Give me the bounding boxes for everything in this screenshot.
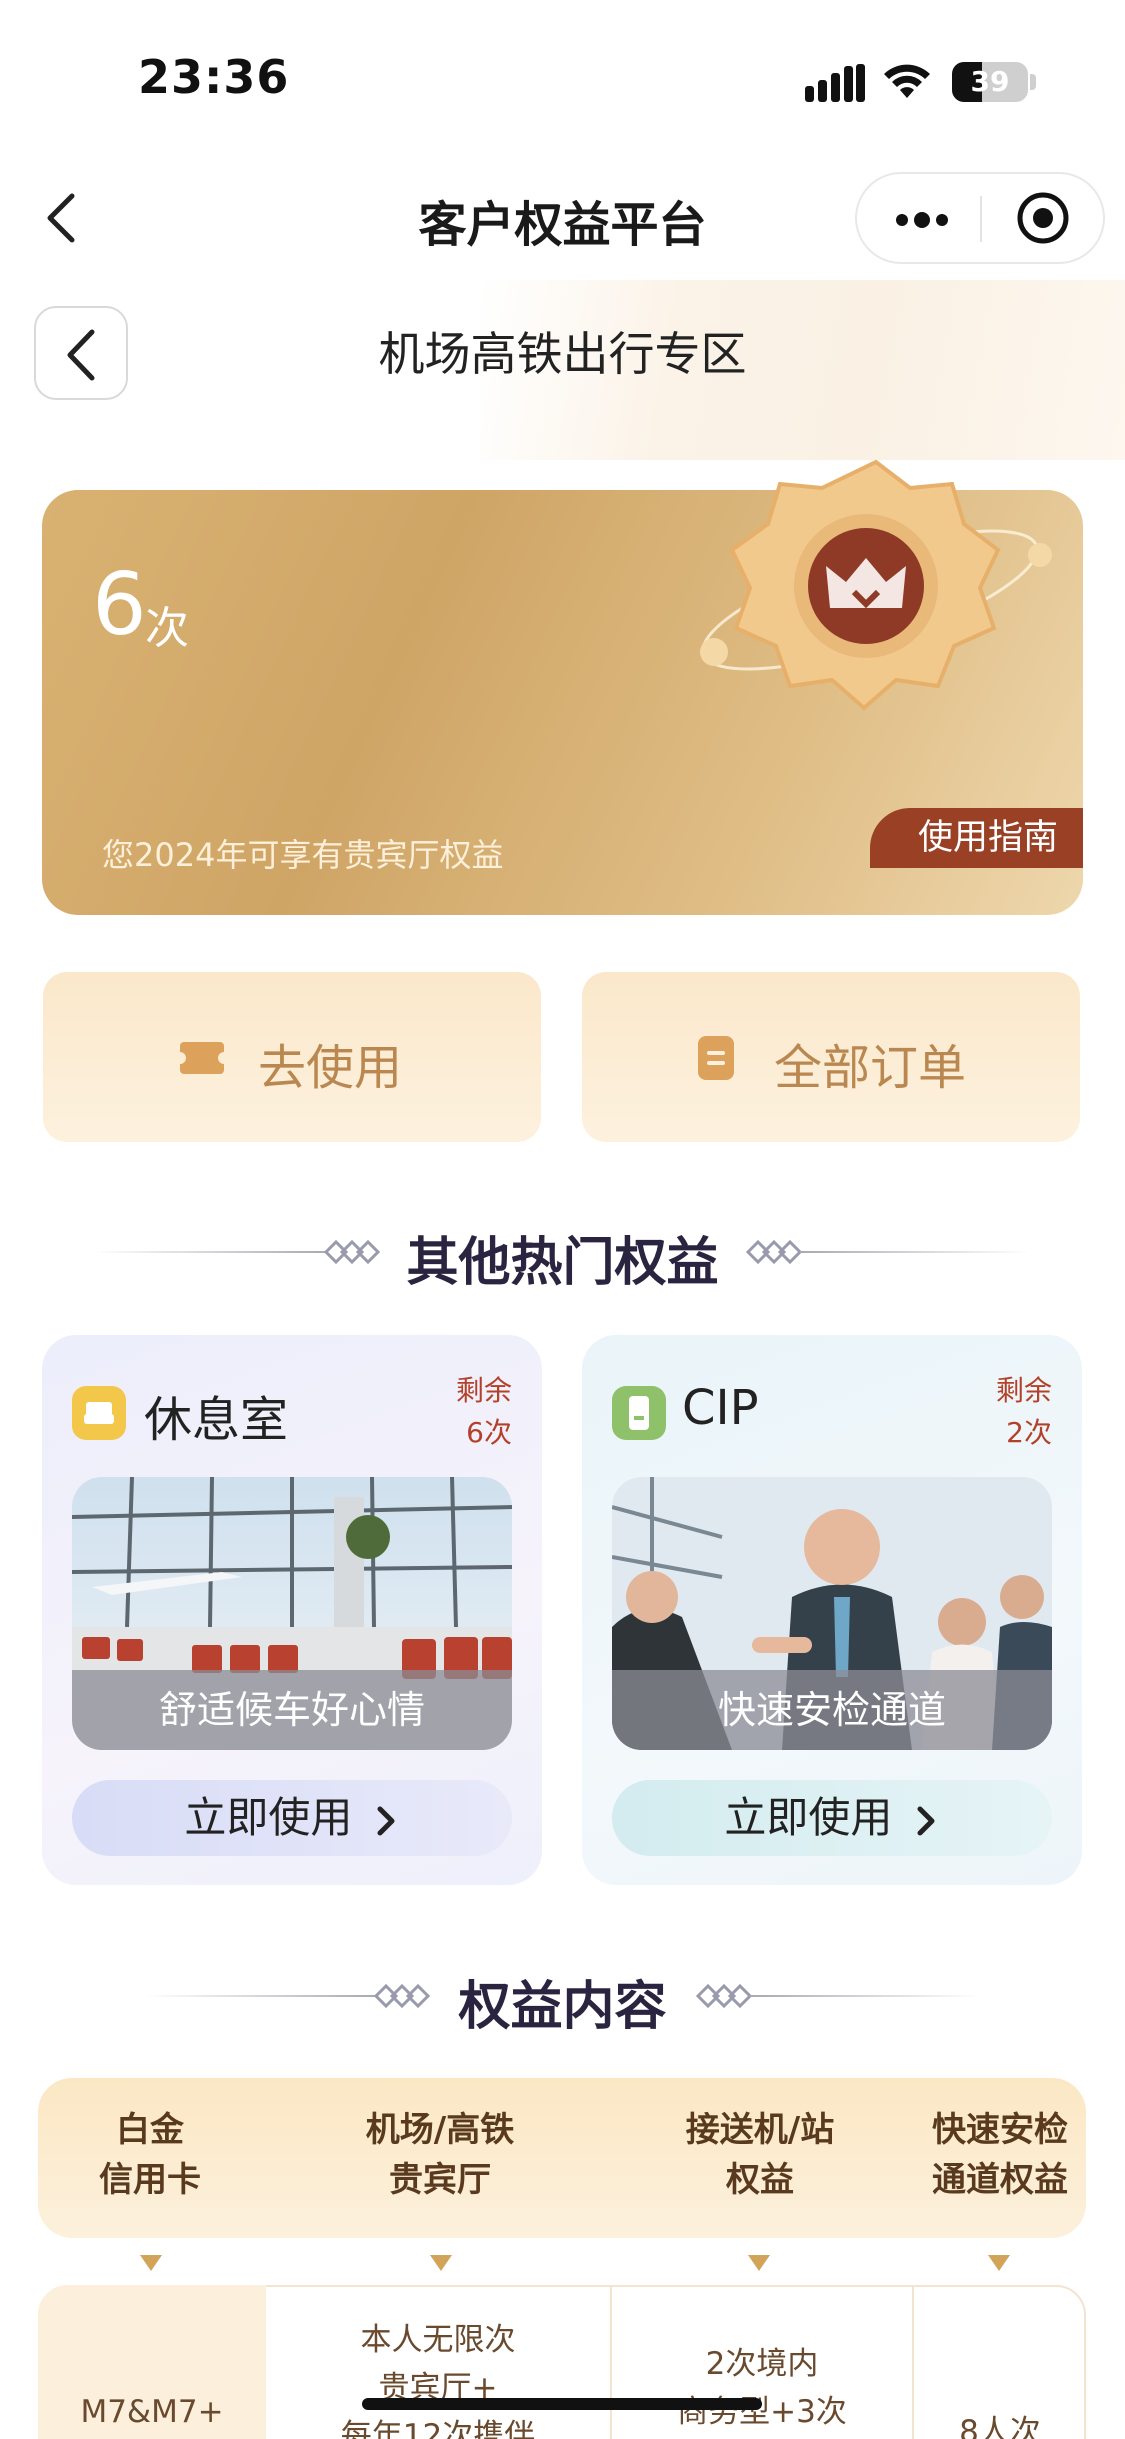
table-header-lounge: 机场/高铁 贵宾厅	[365, 2110, 515, 2200]
cip-pass-icon	[612, 1386, 666, 1440]
chevron-right-icon	[377, 1806, 395, 1835]
column-arrow-icon	[140, 2255, 162, 2271]
cip-photo: 快速安检通道	[612, 1477, 1052, 1750]
cip-caption: 快速安检通道	[612, 1670, 1052, 1750]
lounge-remaining-count: 6次	[466, 1416, 512, 1449]
lounge-use-label: 立即使用	[184, 1793, 353, 1842]
lounge-photo: 舒适候车好心情	[72, 1477, 512, 1750]
home-indicator	[362, 2398, 762, 2410]
lounge-caption: 舒适候车好心情	[72, 1670, 512, 1750]
crown-medal-icon	[700, 459, 1052, 711]
table-cell-lounge: 本人无限次 贵宾厅+ 每年12次携伴	[340, 2322, 536, 2439]
chevron-right-icon	[917, 1806, 935, 1835]
column-arrow-icon	[430, 2255, 452, 2271]
battery-percent: 39	[970, 65, 1010, 98]
cip-remaining-label: 剩余	[995, 1374, 1052, 1407]
table-header-transfer: 接送机/站 权益	[685, 2110, 835, 2200]
diamond-ornament-icon	[745, 1239, 803, 1265]
benefit-count-unit: 次	[145, 603, 189, 654]
signal-icon	[805, 64, 865, 102]
ticket-icon	[180, 1042, 224, 1074]
table-cell-security: 8人次	[959, 2414, 1041, 2439]
wifi-icon	[884, 64, 930, 98]
table-cell-card: M7&M7+	[80, 2394, 224, 2430]
table-header-security: 快速安检 通道权益	[932, 2110, 1068, 2200]
column-arrow-icon	[988, 2255, 1010, 2271]
cip-remaining-count: 2次	[1006, 1416, 1052, 1449]
benefit-content-title: 权益内容	[458, 1977, 667, 2037]
more-icon[interactable]	[892, 200, 952, 240]
section-divider-right	[750, 1995, 980, 1997]
usage-guide-button[interactable]: 使用指南	[870, 808, 1083, 868]
go-use-label: 去使用	[258, 1040, 403, 1096]
order-document-icon	[698, 1036, 734, 1080]
lounge-remaining-label: 剩余	[455, 1374, 512, 1407]
all-orders-label: 全部订单	[774, 1040, 967, 1096]
page-title: 机场高铁出行专区	[378, 327, 747, 381]
hot-benefits-title: 其他热门权益	[406, 1233, 719, 1293]
cip-use-button[interactable]: 立即使用	[612, 1780, 1052, 1856]
close-target-icon[interactable]	[1015, 190, 1071, 246]
table-cell-transfer: 2次境内 商务型+3次	[677, 2346, 847, 2430]
benefit-description: 您2024年可享有贵宾厅权益	[102, 836, 504, 874]
status-time: 23:36	[138, 50, 290, 104]
section-divider-right	[800, 1251, 1030, 1253]
lounge-sofa-icon	[72, 1386, 126, 1440]
table-header-card: 白金 信用卡	[99, 2110, 201, 2200]
benefit-count: 6	[92, 555, 147, 655]
lounge-use-button[interactable]: 立即使用	[72, 1780, 512, 1856]
lounge-name: 休息室	[144, 1392, 289, 1448]
column-arrow-icon	[748, 2255, 770, 2271]
cip-name: CIP	[682, 1380, 759, 1436]
cip-use-label: 立即使用	[724, 1793, 893, 1842]
diamond-ornament-icon	[695, 1983, 753, 2009]
battery-tip	[1030, 74, 1036, 90]
capsule-divider	[980, 196, 982, 242]
